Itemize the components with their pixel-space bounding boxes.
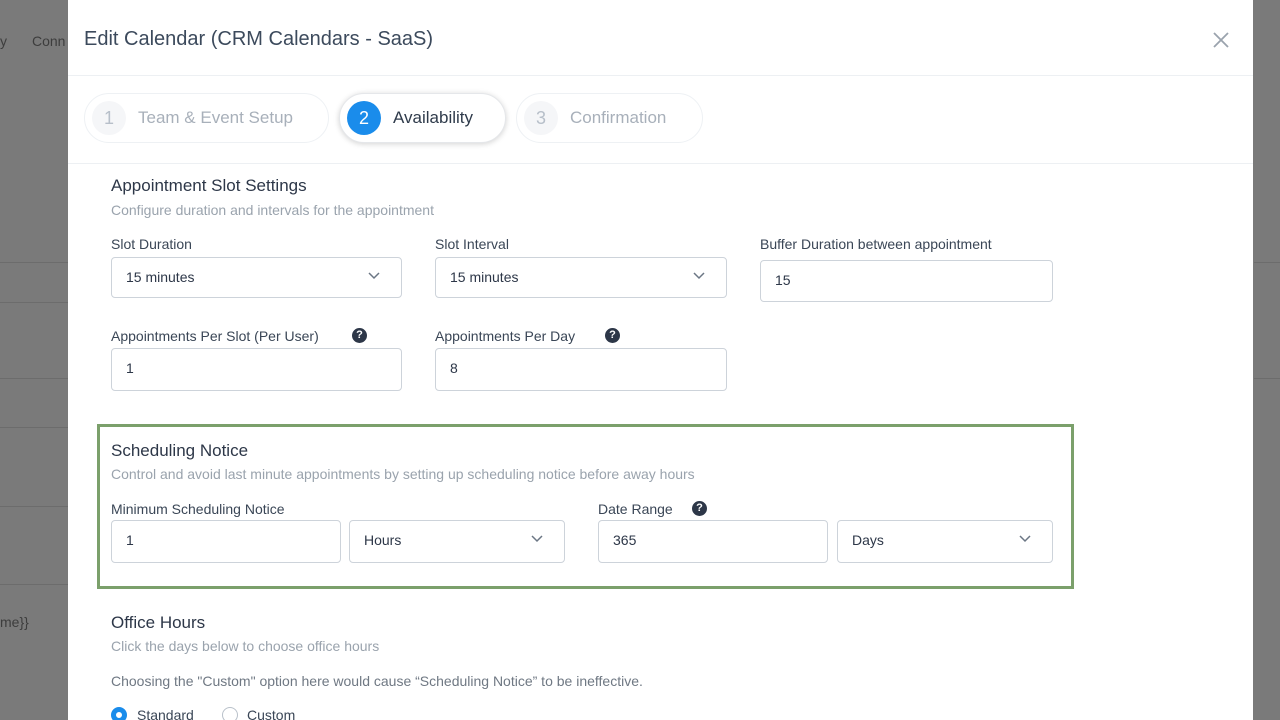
- slot-settings-subtitle: Configure duration and intervals for the…: [111, 202, 434, 218]
- background-divider: [1254, 262, 1280, 263]
- close-icon: [1213, 32, 1229, 48]
- help-icon[interactable]: ?: [605, 328, 620, 343]
- step-team-event-setup[interactable]: 1 Team & Event Setup: [84, 93, 329, 143]
- buffer-duration-input[interactable]: 15: [760, 260, 1053, 302]
- radio-standard[interactable]: [111, 707, 127, 720]
- background-divider: [0, 378, 68, 379]
- background-text: Conn: [32, 33, 66, 49]
- office-hours-note: Choosing the "Custom" option here would …: [111, 673, 643, 689]
- radio-custom[interactable]: [222, 707, 238, 720]
- appointments-per-slot-label: Appointments Per Slot (Per User): [111, 328, 319, 344]
- radio-standard-label[interactable]: Standard: [137, 707, 194, 720]
- close-button[interactable]: [1209, 28, 1233, 52]
- background-text: y: [0, 33, 7, 49]
- appointments-per-day-input[interactable]: 8: [435, 348, 727, 391]
- background-divider: [0, 427, 68, 428]
- slot-interval-select[interactable]: 15 minutes: [435, 257, 727, 298]
- radio-custom-label[interactable]: Custom: [247, 707, 295, 720]
- office-hours-title: Office Hours: [111, 613, 206, 632]
- scheduling-notice-highlight: [97, 424, 1074, 589]
- background-text: me}}: [0, 614, 29, 630]
- step-navigation: 1 Team & Event Setup 2 Availability 3 Co…: [68, 75, 1253, 164]
- step-availability[interactable]: 2 Availability: [339, 93, 506, 143]
- background-divider: [0, 302, 68, 303]
- slot-duration-select[interactable]: 15 minutes: [111, 257, 402, 298]
- appointments-per-day-label: Appointments Per Day: [435, 328, 576, 344]
- step-confirmation[interactable]: 3 Confirmation: [516, 93, 703, 143]
- slot-settings-title: Appointment Slot Settings: [111, 176, 307, 195]
- chevron-down-icon: [368, 272, 380, 280]
- help-icon[interactable]: ?: [352, 328, 367, 343]
- step-label: Team & Event Setup: [138, 108, 293, 127]
- slot-interval-value: 15 minutes: [450, 269, 519, 285]
- step-label: Confirmation: [570, 108, 667, 127]
- slot-duration-value: 15 minutes: [126, 269, 195, 285]
- edit-calendar-modal: Edit Calendar (CRM Calendars - SaaS) 1 T…: [68, 0, 1253, 720]
- slot-interval-label: Slot Interval: [435, 236, 509, 252]
- background-divider: [0, 262, 68, 263]
- step-number: 2: [347, 101, 381, 135]
- appointments-per-day-value: 8: [450, 360, 458, 376]
- background-divider: [1254, 378, 1280, 379]
- buffer-duration-label: Buffer Duration between appointment: [760, 236, 992, 252]
- slot-duration-label: Slot Duration: [111, 236, 192, 252]
- appointments-per-slot-value: 1: [126, 360, 134, 376]
- step-number: 1: [92, 101, 126, 135]
- office-hours-subtitle: Click the days below to choose office ho…: [111, 638, 380, 654]
- appointments-per-slot-input[interactable]: 1: [111, 348, 402, 391]
- background-divider: [0, 506, 68, 507]
- chevron-down-icon: [693, 272, 705, 280]
- step-number: 3: [524, 101, 558, 135]
- step-label: Availability: [393, 108, 474, 127]
- background-divider: [0, 584, 68, 585]
- modal-header: Edit Calendar (CRM Calendars - SaaS): [68, 0, 1253, 76]
- buffer-duration-value: 15: [775, 272, 791, 288]
- modal-title: Edit Calendar (CRM Calendars - SaaS): [84, 28, 434, 50]
